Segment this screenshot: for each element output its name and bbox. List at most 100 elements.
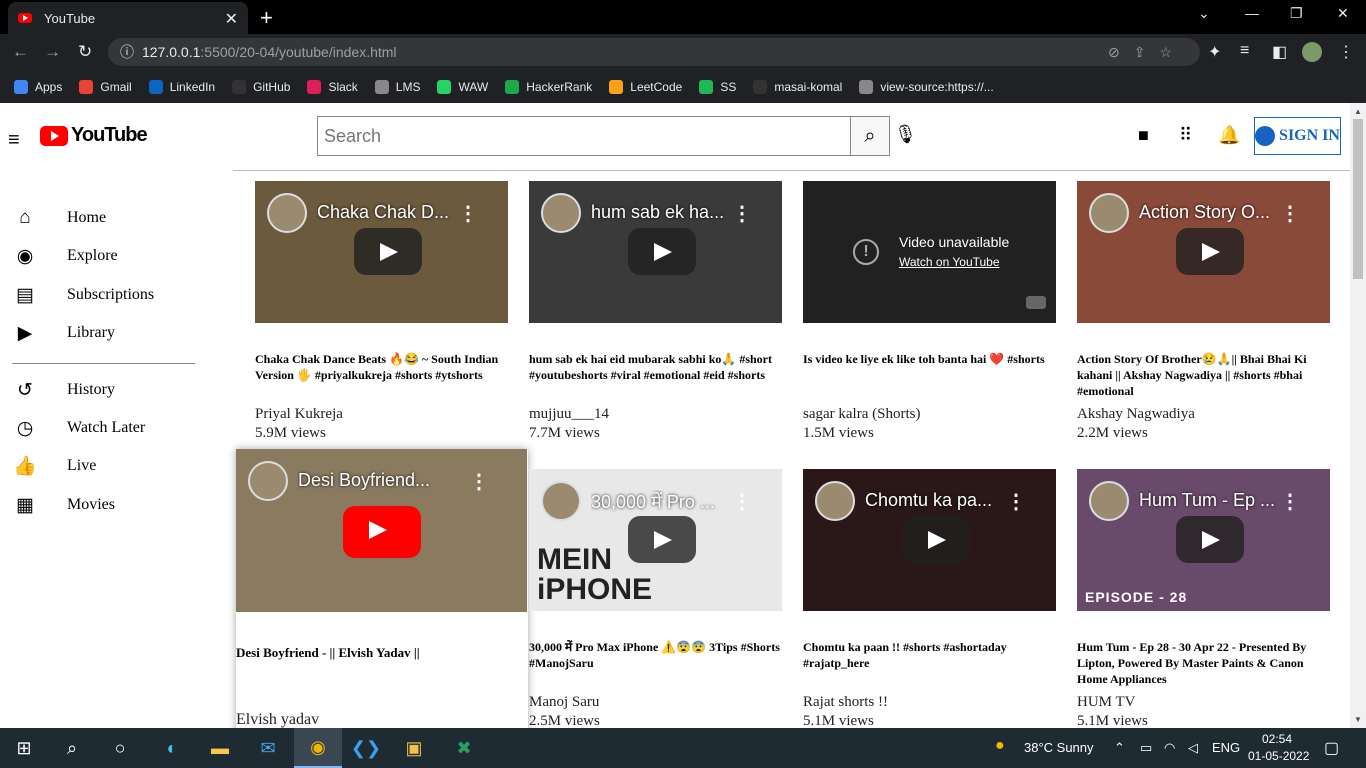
- scrollbar-thumb[interactable]: [1353, 119, 1363, 279]
- video-title[interactable]: Action Story Of Brother😢🙏|| Bhai Bhai Ki…: [1077, 351, 1331, 399]
- channel-name[interactable]: sagar kalra (Shorts): [803, 406, 920, 423]
- video-thumbnail[interactable]: hum sab ek ha... ⋮: [529, 181, 782, 323]
- thumbnail-title[interactable]: Chaka Chak D...: [317, 202, 467, 223]
- forward-arrow-icon[interactable]: →: [44, 42, 61, 62]
- bookmark-item[interactable]: Slack: [307, 79, 358, 94]
- search-icon[interactable]: ⌕: [48, 728, 96, 768]
- video-title[interactable]: Desi Boyfriend - || Elvish Yadav ||: [236, 645, 516, 661]
- channel-avatar[interactable]: [815, 481, 855, 521]
- more-options-icon[interactable]: ⋮: [732, 201, 752, 226]
- page-scrollbar[interactable]: ▲ ▼: [1350, 103, 1366, 728]
- tab-close-icon[interactable]: ✕: [225, 9, 238, 29]
- apps-grid-icon[interactable]: ⠿: [1179, 125, 1192, 146]
- sidebar-item-explore[interactable]: ◉ Explore: [12, 241, 202, 271]
- channel-name[interactable]: HUM TV: [1077, 694, 1135, 711]
- bookmark-item[interactable]: HackerRank: [505, 79, 592, 94]
- video-title[interactable]: hum sab ek hai eid mubarak sabhi ko🙏 #sh…: [529, 351, 783, 383]
- scroll-down-arrow-icon[interactable]: ▼: [1354, 715, 1362, 724]
- bookmark-item[interactable]: LeetCode: [609, 79, 682, 94]
- chrome-icon[interactable]: ◉: [294, 728, 342, 768]
- thumbnail-title[interactable]: hum sab ek ha...: [591, 202, 741, 223]
- store-icon[interactable]: ▣: [390, 728, 438, 768]
- youtube-logo-icon[interactable]: [1026, 296, 1046, 309]
- thumbnail-title[interactable]: 30,000 में Pro ...: [591, 490, 741, 514]
- bookmark-item[interactable]: SS: [699, 79, 736, 94]
- battery-icon[interactable]: ▭: [1140, 740, 1152, 756]
- play-button-icon[interactable]: [628, 228, 696, 275]
- omnibox-action-icons[interactable]: ⊘⇪☆: [1108, 38, 1186, 66]
- language-indicator[interactable]: ENG: [1212, 740, 1240, 755]
- search-button[interactable]: ⌕: [850, 116, 890, 156]
- watch-on-youtube-link[interactable]: Watch on YouTube: [899, 255, 1000, 269]
- video-title[interactable]: Chaka Chak Dance Beats 🔥😂 ~ South Indian…: [255, 351, 509, 383]
- channel-avatar[interactable]: [1089, 481, 1129, 521]
- youtube-logo[interactable]: YouTube: [40, 124, 148, 147]
- sidebar-item-subscriptions[interactable]: ▤ Subscriptions: [12, 280, 202, 310]
- video-title[interactable]: 30,000 में Pro Max iPhone ⚠️😨😨 3Tips #Sh…: [529, 639, 783, 671]
- minimize-button[interactable]: —: [1245, 5, 1259, 21]
- play-button-icon[interactable]: [343, 506, 421, 558]
- video-title[interactable]: Is video ke liye ek like toh banta hai ❤…: [803, 351, 1057, 367]
- close-window-button[interactable]: ✕: [1337, 5, 1349, 22]
- play-button-icon[interactable]: [902, 516, 970, 563]
- thumbnail-title[interactable]: Desi Boyfriend...: [298, 470, 448, 491]
- channel-avatar[interactable]: [267, 193, 307, 233]
- start-windows-icon[interactable]: ⊞: [0, 728, 48, 768]
- media-queue-icon[interactable]: ≡: [1240, 42, 1249, 60]
- sidebar-item-live[interactable]: 👍 Live: [12, 451, 202, 481]
- extensions-puzzle-icon[interactable]: ✦: [1208, 42, 1221, 62]
- mail-icon[interactable]: ✉: [244, 728, 292, 768]
- channel-name[interactable]: mujjuu___14: [529, 406, 609, 423]
- side-panel-icon[interactable]: ◧: [1272, 42, 1287, 62]
- play-button-icon[interactable]: [354, 228, 422, 275]
- bookmark-item[interactable]: Apps: [14, 79, 62, 94]
- channel-name[interactable]: Priyal Kukreja: [255, 406, 343, 423]
- more-options-icon[interactable]: ⋮: [1280, 201, 1300, 226]
- channel-avatar[interactable]: [1089, 193, 1129, 233]
- sidebar-item-home[interactable]: ⌂ Home: [12, 203, 202, 233]
- sidebar-item-movies[interactable]: ▦ Movies: [12, 490, 202, 520]
- clock-date[interactable]: 01-05-2022: [1248, 749, 1309, 763]
- video-thumbnail[interactable]: Chaka Chak D... ⋮: [255, 181, 508, 323]
- channel-avatar[interactable]: [248, 461, 288, 501]
- video-title[interactable]: Chomtu ka paan !! #shorts #ashortaday #r…: [803, 639, 1057, 671]
- excel-icon[interactable]: ✖: [440, 728, 488, 768]
- bookmark-item[interactable]: WAW: [437, 79, 488, 94]
- weather-text[interactable]: 38°C Sunny: [1024, 740, 1094, 755]
- clock-time[interactable]: 02:54: [1262, 732, 1292, 746]
- bookmark-item[interactable]: LinkedIn: [148, 79, 215, 94]
- video-thumbnail[interactable]: Action Story O... ⋮: [1077, 181, 1330, 323]
- play-button-icon[interactable]: [1176, 228, 1244, 275]
- reload-icon[interactable]: ↻: [78, 42, 92, 62]
- more-options-icon[interactable]: ⋮: [458, 201, 478, 226]
- profile-avatar[interactable]: [1302, 42, 1322, 62]
- edge-browser-icon[interactable]: ◐: [148, 728, 196, 768]
- bookmark-item[interactable]: masai-komal: [753, 79, 842, 94]
- video-thumbnail[interactable]: Chomtu ka pa... ⋮: [803, 469, 1056, 611]
- video-title[interactable]: Hum Tum - Ep 28 - 30 Apr 22 - Presented …: [1077, 639, 1331, 687]
- scroll-up-arrow-icon[interactable]: ▲: [1354, 107, 1362, 116]
- channel-name[interactable]: Akshay Nagwadiya: [1077, 406, 1195, 423]
- thumbnail-title[interactable]: Hum Tum - Ep ...: [1139, 490, 1289, 511]
- sign-in-button[interactable]: SIGN IN: [1254, 117, 1341, 155]
- more-options-icon[interactable]: ⋮: [1006, 489, 1026, 514]
- file-explorer-icon[interactable]: ▬: [196, 728, 244, 768]
- maximize-button[interactable]: ❐: [1290, 5, 1303, 22]
- back-arrow-icon[interactable]: ←: [12, 42, 29, 62]
- channel-name[interactable]: Rajat shorts !!: [803, 694, 888, 711]
- tab-search-icon[interactable]: ⌄: [1198, 5, 1210, 22]
- video-thumbnail[interactable]: ! Video unavailable Watch on YouTube: [803, 181, 1056, 323]
- sun-weather-icon[interactable]: ●: [995, 737, 1005, 755]
- thumbnail-title[interactable]: Action Story O...: [1139, 202, 1289, 223]
- channel-name[interactable]: Manoj Saru: [529, 694, 599, 711]
- more-options-icon[interactable]: ⋮: [732, 489, 752, 514]
- tray-chevron-icon[interactable]: ⌃: [1114, 740, 1125, 756]
- hamburger-menu-icon[interactable]: ≡: [8, 129, 20, 152]
- notifications-icon[interactable]: ▢: [1324, 738, 1339, 758]
- bookmark-item[interactable]: LMS: [374, 79, 420, 94]
- more-options-icon[interactable]: ⋮: [469, 469, 489, 494]
- notification-bell-icon[interactable]: 🔔: [1218, 125, 1240, 146]
- channel-avatar[interactable]: [541, 481, 581, 521]
- browser-tab[interactable]: YouTube ✕: [8, 2, 248, 34]
- video-thumbnail[interactable]: EPISODE - 28 Hum Tum - Ep ... ⋮: [1077, 469, 1330, 611]
